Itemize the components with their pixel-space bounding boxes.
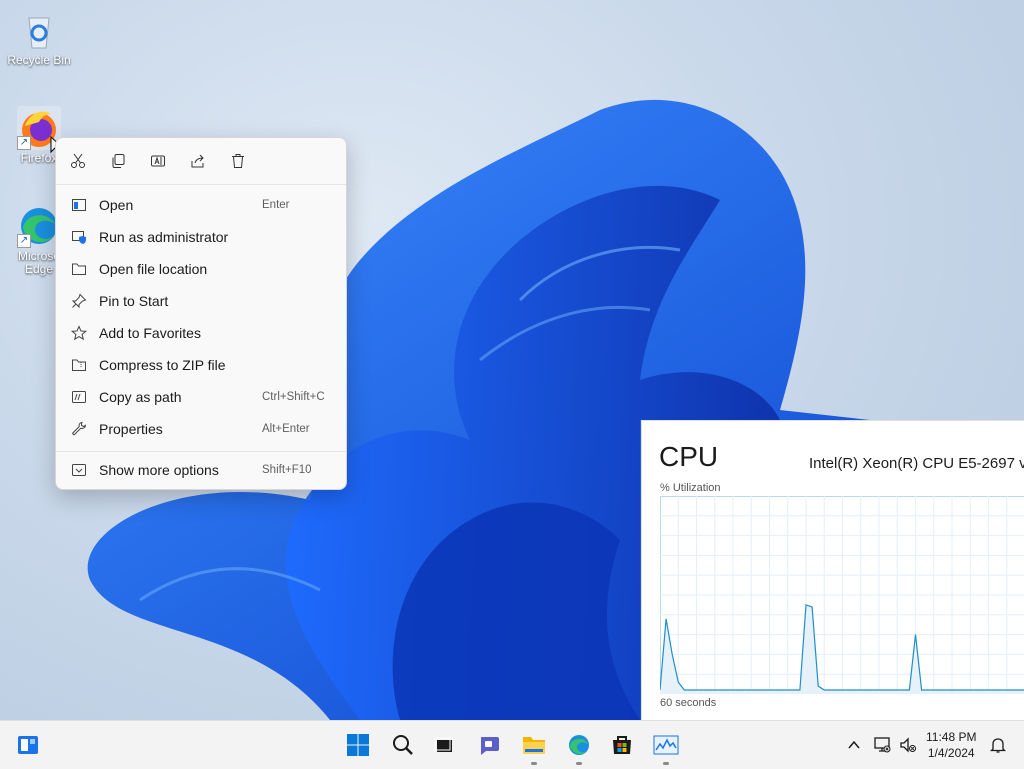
menu-item-label: Properties <box>99 421 163 437</box>
widgets-button[interactable] <box>12 729 44 761</box>
task-manager-button[interactable] <box>650 729 682 761</box>
task-view-button[interactable] <box>428 729 460 761</box>
shortcut-arrow-icon: ↗ <box>17 234 31 248</box>
clock-date: 1/4/2024 <box>926 745 976 761</box>
menu-item-copy-as-path[interactable]: Copy as path Ctrl+Shift+C <box>60 382 342 412</box>
delete-button[interactable] <box>229 152 247 170</box>
folder-icon <box>521 733 547 757</box>
menu-separator <box>56 451 346 452</box>
time-span-label: 60 seconds <box>660 697 716 709</box>
star-icon <box>69 323 89 343</box>
pin-icon <box>69 291 89 311</box>
scissors-icon <box>70 153 86 169</box>
menu-item-label: Add to Favorites <box>99 325 201 341</box>
store-icon <box>610 733 634 757</box>
copy-path-icon <box>69 387 89 407</box>
shield-icon <box>69 227 89 247</box>
menu-item-label: Pin to Start <box>99 293 168 309</box>
rename-icon <box>150 153 166 169</box>
menu-item-label: Open file location <box>99 261 207 277</box>
menu-item-label: Show more options <box>99 462 219 478</box>
network-button[interactable] <box>868 729 896 761</box>
task-view-icon <box>432 733 456 757</box>
context-menu: Open Enter Run as administrator Open fil… <box>55 137 347 490</box>
show-hidden-icons-button[interactable] <box>839 729 869 761</box>
menu-item-add-to-favorites[interactable]: Add to Favorites <box>60 318 342 348</box>
start-button[interactable] <box>342 729 374 761</box>
menu-item-properties[interactable]: Properties Alt+Enter <box>60 414 342 444</box>
menu-item-run-as-administrator[interactable]: Run as administrator <box>60 222 342 252</box>
utilization-label: % Utilization <box>660 482 721 494</box>
clock[interactable]: 11:48 PM 1/4/2024 <box>926 729 976 761</box>
store-button[interactable] <box>606 729 638 761</box>
menu-item-label: Compress to ZIP file <box>99 357 226 373</box>
trash-icon <box>230 153 246 169</box>
windows-start-icon <box>346 733 370 757</box>
menu-item-show-more-options[interactable]: Show more options Shift+F10 <box>60 455 342 485</box>
widgets-icon <box>16 733 40 757</box>
share-button[interactable] <box>189 152 207 170</box>
menu-item-shortcut: Ctrl+Shift+C <box>262 391 325 403</box>
cpu-utilization-graph <box>660 496 1024 694</box>
task-manager-cpu-panel: CPU Intel(R) Xeon(R) CPU E5-2697 v % Uti… <box>641 420 1024 721</box>
menu-item-shortcut: Shift+F10 <box>262 464 312 476</box>
edge-icon <box>567 733 591 757</box>
menu-item-open[interactable]: Open Enter <box>60 190 342 220</box>
more-options-icon <box>69 460 89 480</box>
open-icon <box>69 195 89 215</box>
copy-icon <box>110 153 126 169</box>
wrench-icon <box>69 419 89 439</box>
menu-item-label: Open <box>99 197 133 213</box>
menu-item-compress-to-zip[interactable]: Compress to ZIP file <box>60 350 342 380</box>
volume-muted-icon <box>899 736 917 754</box>
cpu-model-name: Intel(R) Xeon(R) CPU E5-2697 v <box>809 455 1024 472</box>
zip-folder-icon <box>69 355 89 375</box>
cut-button[interactable] <box>69 152 87 170</box>
clock-time: 11:48 PM <box>926 729 976 745</box>
notification-icon <box>989 736 1007 754</box>
menu-item-label: Copy as path <box>99 389 182 405</box>
copy-button[interactable] <box>109 152 127 170</box>
notification-button[interactable] <box>984 729 1012 761</box>
shortcut-arrow-icon: ↗ <box>17 136 31 150</box>
taskbar: 11:48 PM 1/4/2024 <box>0 720 1024 769</box>
rename-button[interactable] <box>149 152 167 170</box>
cpu-title: CPU <box>659 441 718 473</box>
folder-icon <box>69 259 89 279</box>
desktop-icon-label: Recycle Bin <box>4 54 74 67</box>
volume-button[interactable] <box>894 729 922 761</box>
recycle-bin-icon <box>17 8 61 52</box>
menu-item-open-file-location[interactable]: Open file location <box>60 254 342 284</box>
menu-item-shortcut: Alt+Enter <box>262 423 310 435</box>
file-explorer-button[interactable] <box>518 729 550 761</box>
search-icon <box>391 733 415 757</box>
menu-item-label: Run as administrator <box>99 229 228 245</box>
chat-button[interactable] <box>473 729 505 761</box>
task-manager-icon <box>653 734 679 756</box>
chat-icon <box>477 733 501 757</box>
network-icon <box>873 736 891 754</box>
search-button[interactable] <box>387 729 419 761</box>
share-icon <box>190 153 206 169</box>
menu-item-pin-to-start[interactable]: Pin to Start <box>60 286 342 316</box>
quick-actions-bar <box>56 138 346 185</box>
edge-button[interactable] <box>563 729 595 761</box>
chevron-up-icon <box>847 738 861 752</box>
desktop-icon-recycle-bin[interactable]: Recycle Bin <box>4 8 74 67</box>
menu-item-shortcut: Enter <box>262 199 290 211</box>
